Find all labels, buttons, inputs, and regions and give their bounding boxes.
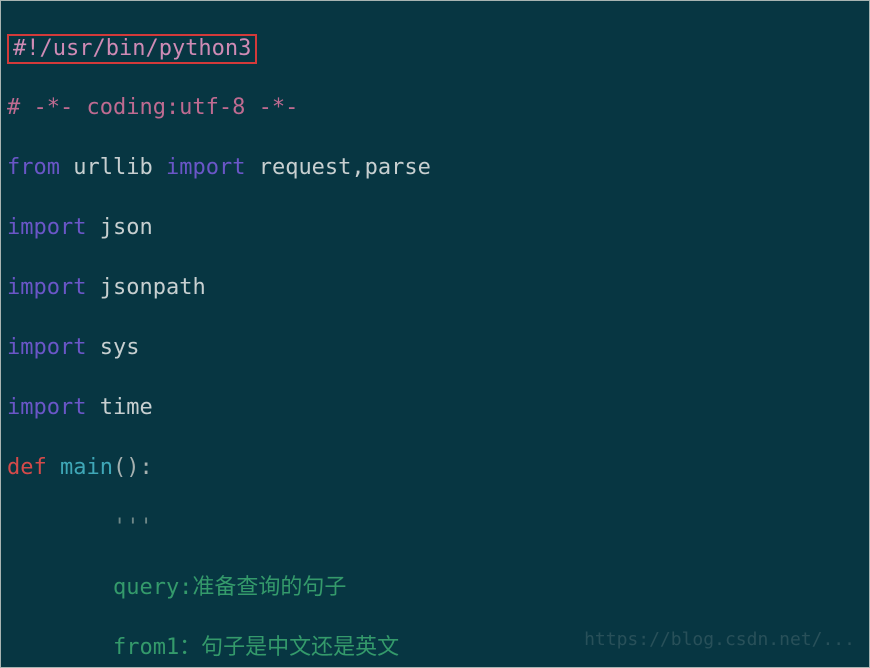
code-line: import sys bbox=[7, 333, 865, 363]
code-line: from1：句子是中文还是英文 bbox=[7, 633, 865, 663]
docstring-line: from1：句子是中文还是英文 bbox=[7, 635, 399, 660]
module-time: time bbox=[100, 395, 153, 420]
keyword-import: import bbox=[166, 155, 245, 180]
module-urllib: urllib bbox=[73, 155, 152, 180]
module-sys: sys bbox=[100, 335, 140, 360]
code-editor[interactable]: #!/usr/bin/python3 # -*- coding:utf-8 -*… bbox=[0, 0, 870, 668]
code-line: import json bbox=[7, 213, 865, 243]
docstring-open: ''' bbox=[7, 515, 153, 540]
module-jsonpath: jsonpath bbox=[100, 275, 206, 300]
func-main: main bbox=[60, 455, 113, 480]
keyword-def: def bbox=[7, 455, 47, 480]
main-parens: (): bbox=[113, 455, 153, 480]
shebang-text: #!/usr/bin/python3 bbox=[13, 36, 251, 61]
docstring-line: query:准备查询的句子 bbox=[7, 575, 346, 600]
code-line: #!/usr/bin/python3 bbox=[7, 33, 865, 63]
code-line: from urllib import request,parse bbox=[7, 153, 865, 183]
keyword-import: import bbox=[7, 335, 86, 360]
keyword-import: import bbox=[7, 275, 86, 300]
code-line: import jsonpath bbox=[7, 273, 865, 303]
code-line: import time bbox=[7, 393, 865, 423]
code-line: ''' bbox=[7, 513, 865, 543]
keyword-from: from bbox=[7, 155, 60, 180]
coding-comment: # -*- coding:utf-8 -*- bbox=[7, 95, 298, 120]
code-line: # -*- coding:utf-8 -*- bbox=[7, 93, 865, 123]
code-line: def main(): bbox=[7, 453, 865, 483]
keyword-import: import bbox=[7, 215, 86, 240]
module-json: json bbox=[100, 215, 153, 240]
import-names: request,parse bbox=[259, 155, 431, 180]
keyword-import: import bbox=[7, 395, 86, 420]
code-line: query:准备查询的句子 bbox=[7, 573, 865, 603]
shebang-highlight: #!/usr/bin/python3 bbox=[7, 34, 257, 64]
